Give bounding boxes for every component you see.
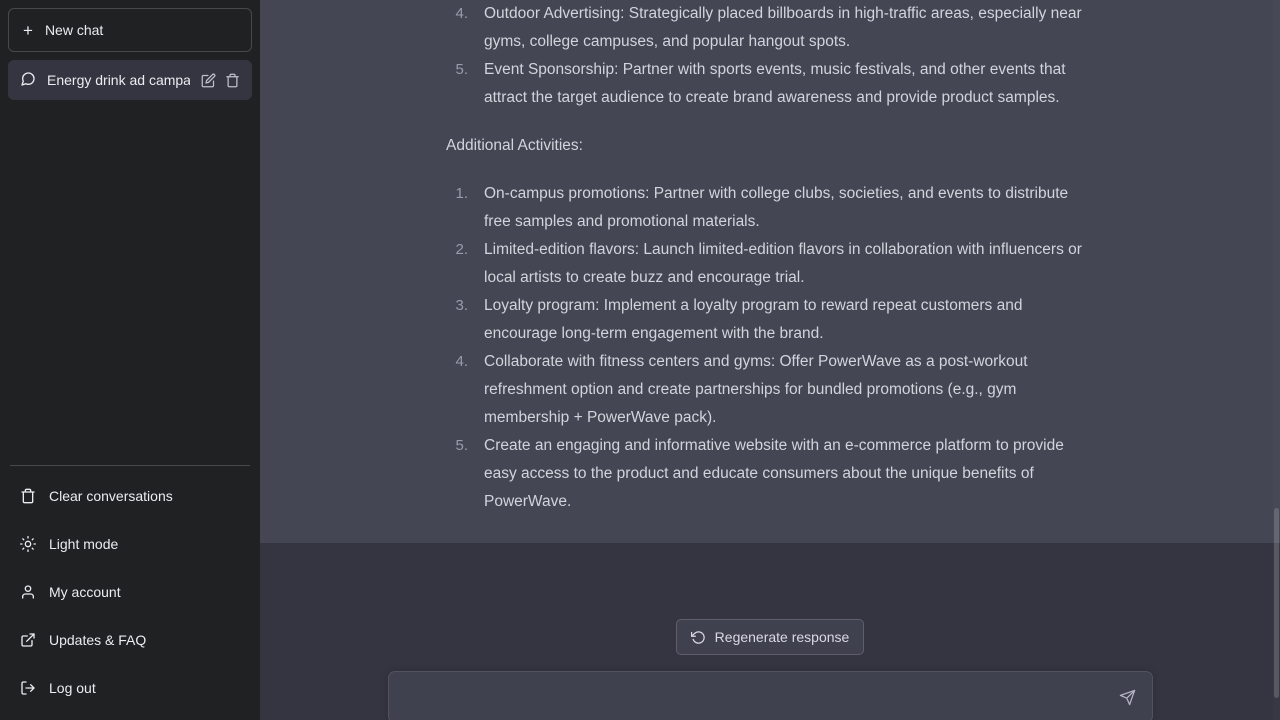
list-number: 3. [455, 297, 468, 314]
list-item: 2. Limited-edition flavors: Launch limit… [446, 236, 1094, 292]
list-number: 4. [455, 353, 468, 370]
list-number: 1. [455, 185, 468, 202]
list-text: Limited-edition flavors: Launch limited-… [484, 241, 1082, 286]
sidebar-item-label: Log out [49, 680, 96, 696]
list-number: 5. [455, 61, 468, 78]
ordered-list-additional-activities: 1. On-campus promotions: Partner with co… [446, 180, 1094, 516]
main-area: 4. Outdoor Advertising: Strategically pl… [260, 0, 1280, 720]
list-item: 4. Outdoor Advertising: Strategically pl… [446, 0, 1094, 56]
sidebar-item-light-mode[interactable]: Light mode [8, 520, 252, 568]
new-chat-button[interactable]: + New chat [8, 8, 252, 52]
regenerate-response-label: Regenerate response [714, 629, 850, 645]
footer-area: Regenerate response [260, 543, 1280, 720]
sidebar-item-label: Light mode [49, 536, 119, 552]
chat-bubble-icon [20, 71, 36, 90]
ordered-list-strategies: 4. Outdoor Advertising: Strategically pl… [446, 0, 1094, 112]
list-text: On-campus promotions: Partner with colle… [484, 185, 1069, 230]
send-icon [1119, 689, 1136, 706]
send-button[interactable] [1116, 685, 1140, 709]
plus-icon: + [23, 20, 33, 40]
scrollbar-track[interactable] [1273, 0, 1280, 720]
regenerate-wrap: Regenerate response [260, 619, 1280, 655]
list-item: 1. On-campus promotions: Partner with co… [446, 180, 1094, 236]
list-text: Event Sponsorship: Partner with sports e… [484, 61, 1066, 106]
new-chat-label: New chat [44, 22, 104, 38]
conversation-item-active[interactable]: Energy drink ad campai [8, 60, 252, 100]
sidebar-item-label: My account [49, 584, 121, 600]
list-number: 4. [455, 5, 468, 22]
list-item: 4. Collaborate with fitness centers and … [446, 348, 1094, 432]
pencil-icon[interactable] [201, 73, 216, 88]
conversation-title: Energy drink ad campai [47, 72, 190, 88]
section-heading: Additional Activities: [446, 137, 583, 154]
list-item: 3. Loyalty program: Implement a loyalty … [446, 292, 1094, 348]
sidebar-item-label: Clear conversations [49, 488, 173, 504]
sun-icon [20, 536, 36, 552]
list-item: 5. Create an engaging and informative we… [446, 432, 1094, 516]
trash-icon [20, 488, 36, 504]
sidebar-item-updates-faq[interactable]: Updates & FAQ [8, 616, 252, 664]
composer [387, 671, 1153, 720]
list-text: Create an engaging and informative websi… [484, 437, 1064, 510]
refresh-icon [690, 630, 706, 645]
sidebar-divider [10, 465, 250, 466]
trash-icon[interactable] [225, 73, 240, 88]
list-number: 5. [455, 437, 468, 454]
sidebar-item-clear-conversations[interactable]: Clear conversations [8, 472, 252, 520]
external-link-icon [20, 632, 36, 648]
assistant-message-block: 4. Outdoor Advertising: Strategically pl… [260, 0, 1280, 543]
chat-app: + New chat Energy drink ad campai Clear … [0, 0, 1280, 720]
assistant-message-content: 4. Outdoor Advertising: Strategically pl… [446, 0, 1094, 516]
logout-icon [20, 680, 36, 696]
list-text: Collaborate with fitness centers and gym… [484, 353, 1028, 426]
sidebar-item-label: Updates & FAQ [49, 632, 147, 648]
chat-input[interactable] [388, 682, 1152, 712]
sidebar-item-log-out[interactable]: Log out [8, 664, 252, 712]
list-text: Loyalty program: Implement a loyalty pro… [484, 297, 1023, 342]
scrollbar-thumb[interactable] [1274, 508, 1279, 698]
sidebar: + New chat Energy drink ad campai Clear … [0, 0, 260, 720]
list-item: 5. Event Sponsorship: Partner with sport… [446, 56, 1094, 112]
person-icon [20, 584, 36, 600]
composer-wrap [260, 671, 1280, 720]
regenerate-response-button[interactable]: Regenerate response [675, 619, 865, 655]
conversation-actions [201, 73, 240, 88]
list-number: 2. [455, 241, 468, 258]
sidebar-item-my-account[interactable]: My account [8, 568, 252, 616]
list-text: Outdoor Advertising: Strategically place… [484, 5, 1082, 50]
